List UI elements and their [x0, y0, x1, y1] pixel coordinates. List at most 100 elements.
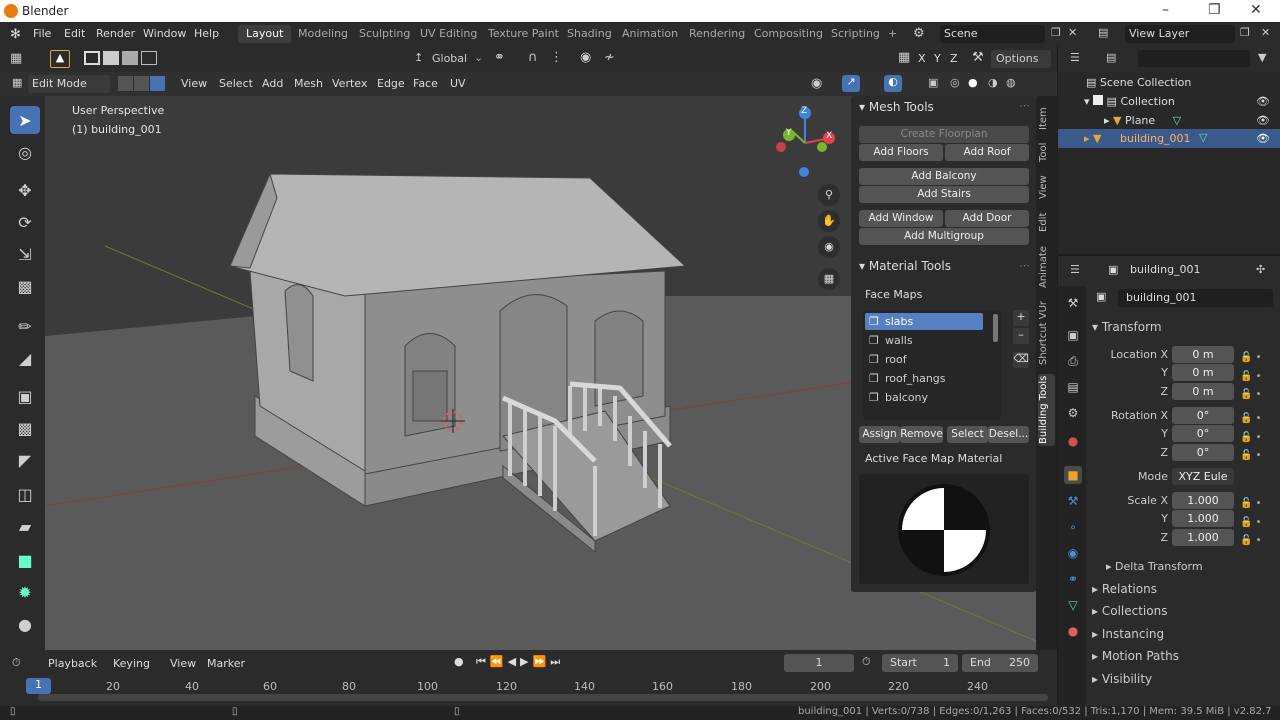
rendered-shading-icon[interactable]: ◍: [1006, 76, 1016, 89]
transform-icon[interactable]: ▩: [10, 272, 40, 300]
scene-copy-icon[interactable]: ❐: [1051, 26, 1061, 39]
menu-add[interactable]: Add: [262, 77, 283, 90]
add-floors-button[interactable]: Add Floors: [859, 144, 943, 161]
lock-icons[interactable]: 🔓 • 🔓 • 🔓 •: [1240, 495, 1262, 551]
menu-help[interactable]: Help: [194, 27, 219, 40]
face-select-icon[interactable]: [150, 76, 165, 91]
location-y-field[interactable]: 0 m: [1172, 364, 1234, 381]
pivot-icon[interactable]: ⚭: [494, 50, 505, 65]
tab-building-tools[interactable]: Building Tools: [1038, 374, 1055, 446]
timeline-scrollbar[interactable]: [38, 694, 1048, 701]
mesh-tools-header[interactable]: ▾ Mesh Tools: [859, 100, 934, 114]
add-workspace-button[interactable]: +: [880, 25, 905, 43]
menu-face[interactable]: Face: [413, 77, 438, 90]
world-properties-icon[interactable]: ●: [1064, 432, 1082, 450]
add-window-button[interactable]: Add Window: [859, 210, 943, 227]
tab-view[interactable]: View: [1038, 172, 1055, 202]
start-frame-field[interactable]: Start 1: [882, 654, 958, 672]
snap-target-icon[interactable]: ⋮: [550, 50, 563, 65]
grid-ortho-icon[interactable]: ▦: [818, 268, 840, 290]
delta-transform-header[interactable]: ▸ Delta Transform: [1106, 560, 1203, 573]
add-door-button[interactable]: Add Door: [945, 210, 1029, 227]
scale-z-field[interactable]: 1.000: [1172, 529, 1234, 546]
navigation-gizmo[interactable]: Z X Y: [770, 101, 840, 181]
list-item[interactable]: ❐ roof_hangs: [865, 370, 983, 387]
scene-collection-label[interactable]: ▤ Scene Collection: [1086, 76, 1191, 89]
spin-icon[interactable]: ✹: [10, 578, 40, 606]
inset-icon[interactable]: ▩: [10, 414, 40, 442]
vertex-select-icon[interactable]: [118, 76, 133, 91]
material-properties-icon[interactable]: ●: [1064, 622, 1082, 640]
selection-mode-buttons[interactable]: [84, 51, 172, 67]
overlays-icon[interactable]: ◐: [884, 75, 902, 92]
tab-shortcut-vur[interactable]: Shortcut VUr: [1038, 298, 1055, 368]
tab-layout[interactable]: Layout: [238, 25, 292, 43]
extrude-icon[interactable]: ▣: [10, 382, 40, 410]
select-mode-buttons[interactable]: [118, 76, 170, 92]
outliner-search-input[interactable]: [1138, 50, 1250, 67]
drag-handle-icon[interactable]: ⋯: [1019, 99, 1030, 112]
tab-compositing[interactable]: Compositing: [746, 25, 831, 43]
lock-icons[interactable]: 🔓 • 🔓 • 🔓 •: [1240, 410, 1262, 466]
pan-hand-icon[interactable]: ✋: [818, 210, 840, 232]
close-icon[interactable]: ✕: [1250, 2, 1262, 18]
scene-properties-icon[interactable]: ⚙: [1064, 404, 1082, 422]
menu-window[interactable]: Window: [143, 27, 186, 40]
tab-rendering[interactable]: Rendering: [681, 25, 753, 43]
motion-paths-header[interactable]: ▸ Motion Paths: [1092, 649, 1179, 663]
drag-handle-icon[interactable]: ⋯: [1019, 259, 1030, 272]
properties-editor-icon[interactable]: ☰: [1070, 263, 1080, 276]
tab-animate[interactable]: Animate: [1038, 242, 1055, 292]
tab-tool[interactable]: Tool: [1038, 138, 1055, 166]
tab-edit[interactable]: Edit: [1038, 208, 1055, 236]
bevel-icon[interactable]: ◤: [10, 446, 40, 474]
remove-face-map-button[interactable]: –: [1013, 328, 1029, 344]
mirror-y-toggle[interactable]: Y: [934, 52, 941, 65]
view-layer-icon[interactable]: ▤: [1098, 26, 1108, 39]
menu-select[interactable]: Select: [219, 77, 253, 90]
rotation-y-field[interactable]: 0°: [1172, 425, 1234, 442]
cursor-icon[interactable]: ◎: [10, 138, 40, 166]
select-box-icon[interactable]: ➤: [10, 106, 40, 134]
mode-dropdown[interactable]: Edit Mode: [28, 75, 110, 93]
smooth-icon[interactable]: ●: [10, 610, 40, 638]
output-properties-icon[interactable]: ⎙: [1064, 352, 1082, 370]
loop-cut-icon[interactable]: ◫: [10, 480, 40, 508]
list-scrollbar[interactable]: [993, 314, 998, 342]
menu-vertex[interactable]: Vertex: [332, 77, 367, 90]
location-x-field[interactable]: 0 m: [1172, 346, 1234, 363]
rotate-icon[interactable]: ⟳: [10, 208, 40, 236]
building-row[interactable]: ▸ ▼ building_001 ▽ 👁: [1058, 129, 1280, 148]
list-item[interactable]: ❐ balcony: [865, 389, 983, 406]
collections-header[interactable]: ▸ Collections: [1092, 604, 1167, 618]
transform-header[interactable]: ▾ Transform: [1092, 320, 1162, 334]
mirror-z-toggle[interactable]: Z: [950, 52, 958, 65]
list-item[interactable]: ❐ walls: [865, 332, 983, 349]
gizmo-toggle-icon[interactable]: ↗: [842, 75, 860, 92]
physics-properties-icon[interactable]: ◉: [1064, 544, 1082, 562]
mirror-icon[interactable]: ▦: [898, 50, 910, 65]
relations-header[interactable]: ▸ Relations: [1092, 582, 1157, 596]
camera-icon[interactable]: ◉: [818, 236, 840, 258]
select-button[interactable]: Select: [947, 426, 988, 443]
menu-playback[interactable]: Playback: [48, 657, 97, 670]
tab-scripting[interactable]: Scripting: [823, 25, 888, 43]
tab-uv-editing[interactable]: UV Editing: [412, 25, 485, 43]
measure-icon[interactable]: ◢: [10, 344, 40, 372]
filter-icon[interactable]: ▼: [1258, 51, 1266, 64]
material-tools-header[interactable]: ▾ Material Tools: [859, 259, 951, 273]
face-maps-list[interactable]: ❐ slabs ❐ walls ❐ roof ❐ roof_hangs ❐ balcony: [863, 310, 1001, 420]
add-multigroup-button[interactable]: Add Multigroup: [859, 228, 1029, 245]
wireframe-shading-icon[interactable]: ◎: [950, 76, 960, 89]
object-name-field[interactable]: building_001: [1118, 289, 1273, 307]
menu-file[interactable]: File: [33, 27, 51, 40]
add-stairs-button[interactable]: Add Stairs: [859, 186, 1029, 203]
scene-remove-icon[interactable]: ✕: [1068, 26, 1077, 39]
mode-intersect-icon[interactable]: [141, 51, 157, 65]
scale-y-field[interactable]: 1.000: [1172, 510, 1234, 527]
mirror-x-toggle[interactable]: X: [918, 52, 926, 65]
display-mode-icon[interactable]: ▤: [1106, 51, 1116, 64]
visibility-header[interactable]: ▸ Visibility: [1092, 672, 1152, 686]
visibility-icon[interactable]: ◉: [811, 76, 822, 91]
wrench-icon[interactable]: ⚒: [972, 50, 984, 65]
